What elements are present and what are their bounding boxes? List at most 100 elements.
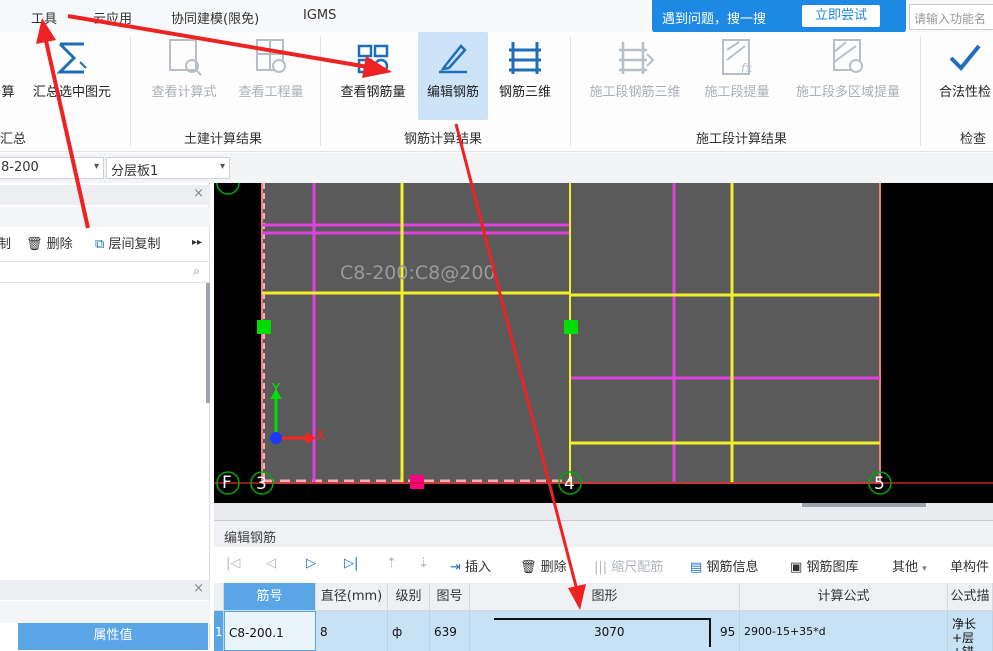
- drawing-canvas[interactable]: C8-200:C8@200 Y X F 3 4 5: [214, 171, 993, 503]
- rebar-library-button[interactable]: ▣ 钢筋图库: [790, 556, 858, 575]
- more-icon[interactable]: ▸▸: [192, 237, 202, 248]
- row-header-corner: [214, 583, 224, 611]
- other-menu[interactable]: 其他 ▾: [892, 556, 927, 575]
- canvas-drawing: [214, 171, 993, 495]
- edit-rebar-panel: 编辑钢筋 |◁ ◁ ▷ ▷| ⇡ ⇣ ⇥ 插入 🗑 删除 ||| 缩尺配筋 ▤ …: [214, 520, 993, 651]
- group-label-rebar-results: 钢筋计算结果: [404, 132, 483, 147]
- panel-splitter[interactable]: [206, 283, 210, 403]
- next-icon[interactable]: ▷: [306, 556, 316, 571]
- delete-button[interactable]: 🗑 删除: [26, 233, 73, 252]
- group-label-segment-results: 施工段计算结果: [696, 132, 788, 147]
- view-rebar-button[interactable]: 查看钢筋量: [331, 32, 415, 120]
- segment-multi-area-icon: [833, 39, 863, 73]
- copy-icon: ⧉: [95, 237, 105, 252]
- menu-cloud-apps[interactable]: 云应用: [93, 8, 132, 27]
- selector-row: 8-200 ▾ 分层板1 ▾: [0, 153, 993, 183]
- property-value-header: 属性值: [18, 623, 208, 650]
- segment-quantity-button[interactable]: fx 施工段提量: [695, 32, 779, 120]
- column-header[interactable]: 级别: [388, 583, 430, 611]
- rebar-info-button[interactable]: ▤ 钢筋信息: [690, 556, 758, 575]
- last-icon[interactable]: ▷|: [344, 556, 358, 571]
- group-label-civil-results: 土建计算结果: [184, 132, 263, 147]
- description-cell[interactable]: 净长+层+锚: [948, 611, 993, 651]
- segment-multi-area-button[interactable]: 施工段多区域提量: [785, 32, 911, 120]
- filter-input[interactable]: ⌕: [0, 261, 210, 283]
- chevron-down-icon: ▾: [219, 161, 225, 172]
- menu-collab-modeling[interactable]: 协同建模(限免): [171, 8, 259, 27]
- sum-selected-button[interactable]: 汇总选中图元: [24, 32, 120, 120]
- calc-button[interactable]: 算: [0, 32, 16, 120]
- trash-icon: 🗑: [26, 237, 43, 252]
- formula-cell[interactable]: 2900-15+35*d: [740, 611, 948, 651]
- column-header[interactable]: 筋号: [224, 583, 316, 611]
- group-separator: [320, 36, 321, 146]
- left-panel: × 制 🗑 删除 ⧉ 层间复制 ▸▸ ⌕ × 属性值: [0, 183, 210, 650]
- figure-number-cell[interactable]: 639: [430, 611, 470, 651]
- insert-icon: ⇥: [450, 560, 461, 575]
- node-handle[interactable]: [410, 475, 424, 489]
- scrollbar-thumb[interactable]: [802, 503, 926, 507]
- column-header[interactable]: 计算公式: [740, 583, 948, 611]
- close-icon[interactable]: ×: [193, 186, 204, 201]
- insert-button[interactable]: ⇥ 插入: [450, 556, 491, 575]
- single-component-button[interactable]: 单构件: [950, 556, 989, 575]
- legality-check-button[interactable]: 合法性检: [930, 32, 993, 120]
- column-header[interactable]: 图形: [470, 583, 740, 611]
- node-handle[interactable]: [257, 320, 271, 334]
- column-header[interactable]: 图号: [430, 583, 470, 611]
- panel-subheader: [0, 207, 210, 227]
- close-icon[interactable]: ×: [193, 581, 204, 596]
- node-handle[interactable]: [564, 320, 578, 334]
- shape-cell[interactable]: 3070 95: [470, 611, 740, 651]
- chevron-down-icon: ▾: [922, 564, 927, 574]
- try-now-button[interactable]: 立即尝试: [802, 5, 880, 27]
- prev-icon[interactable]: ◁: [266, 556, 276, 571]
- rebar-3d-button[interactable]: 钢筋三维: [492, 32, 558, 120]
- layer-select[interactable]: 分层板1 ▾: [106, 157, 230, 179]
- view-rebar-icon: [357, 44, 389, 74]
- edit-rebar-button[interactable]: 编辑钢筋: [418, 32, 488, 120]
- search-tip-text: 遇到问题，搜一搜: [662, 12, 767, 27]
- function-search-input[interactable]: 请输入功能名: [909, 4, 993, 30]
- menu-tools[interactable]: 工具: [31, 8, 57, 27]
- edit-rebar-icon: [439, 44, 467, 74]
- menu-igms[interactable]: IGMS: [303, 8, 336, 23]
- rebar-grid: 筋号 直径(mm) 级别 图号 图形 计算公式 公式描 1 C8-200.1 8…: [214, 583, 993, 651]
- column-header[interactable]: 直径(mm): [316, 583, 388, 611]
- info-table-icon: ▤: [690, 560, 703, 575]
- rebar-label: C8-200:C8@200: [340, 262, 496, 284]
- component-select[interactable]: 8-200 ▾: [0, 157, 104, 179]
- scale-rebar-button[interactable]: ||| 缩尺配筋: [594, 556, 663, 575]
- library-icon: ▣: [790, 560, 803, 575]
- copy-button[interactable]: 制: [0, 233, 11, 252]
- ruler-icon: |||: [594, 560, 608, 575]
- view-formula-icon: [169, 39, 202, 76]
- shape-length-label: 3070: [594, 625, 625, 639]
- group-separator: [920, 36, 921, 146]
- panel-header: ×: [0, 185, 210, 205]
- move-down-icon[interactable]: ⇣: [418, 556, 429, 571]
- view-formula-button[interactable]: 查看计算式: [142, 32, 226, 120]
- bar-number-cell[interactable]: C8-200.1: [224, 611, 316, 651]
- segment-rebar-3d-button[interactable]: 施工段钢筋三维: [580, 32, 690, 120]
- canvas-scroll-strip: [214, 503, 993, 520]
- first-icon[interactable]: |◁: [226, 556, 240, 571]
- ribbon: 算 汇总选中图元 查看计算式 查看工程量 查看钢筋量 编辑钢筋 钢筋三维 施工段…: [0, 32, 993, 152]
- svg-text:fx: fx: [740, 61, 752, 75]
- trash-icon: 🗑: [520, 560, 537, 575]
- grid-label-3: 3: [256, 474, 267, 494]
- segment-rebar-3d-icon: [619, 42, 655, 74]
- axis-x-label: X: [316, 429, 325, 444]
- floor-copy-button[interactable]: ⧉ 层间复制: [95, 233, 160, 252]
- sigma-icon: [56, 42, 87, 74]
- property-panel-header: ×: [0, 580, 210, 600]
- grade-cell[interactable]: ф: [388, 611, 430, 651]
- move-up-icon[interactable]: ⇡: [386, 556, 397, 571]
- axis-y-label: Y: [272, 382, 280, 397]
- origin-point: [270, 432, 282, 444]
- delete-row-button[interactable]: 🗑 删除: [520, 556, 567, 575]
- diameter-cell[interactable]: 8: [316, 611, 388, 651]
- view-quantity-button[interactable]: 查看工程量: [229, 32, 313, 120]
- group-separator: [570, 36, 571, 146]
- column-header[interactable]: 公式描: [948, 583, 993, 611]
